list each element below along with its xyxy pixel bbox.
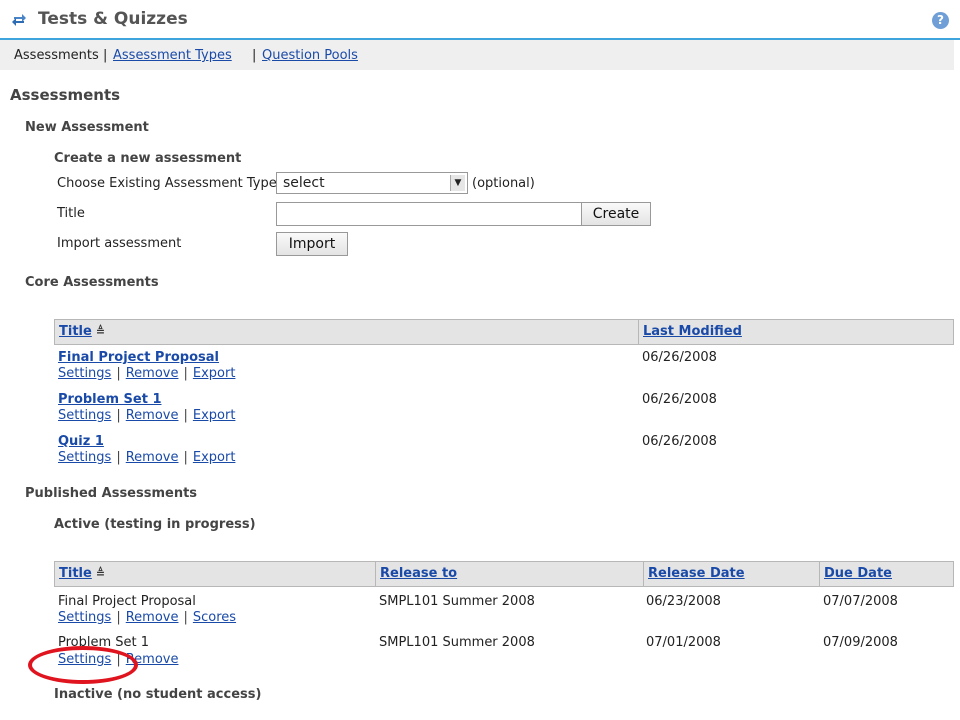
assessment-type-select[interactable]: select ▼ (276, 172, 468, 194)
help-circle-icon[interactable]: ? (932, 12, 949, 29)
tool-header: Tests & Quizzes ? (0, 0, 960, 40)
core-row-actions: Settings | Remove | Export (58, 366, 235, 381)
core-assessment-title-link[interactable]: Problem Set 1 (58, 392, 162, 407)
release-date-column: Release Date (643, 562, 819, 586)
separator: | (183, 366, 188, 381)
new-assessment-heading: New Assessment (25, 120, 149, 135)
core-row-actions: Settings | Remove | Export (58, 450, 235, 465)
published-title-column: Title ≜ (55, 562, 375, 586)
core-table-header: Title ≜ Last Modified (54, 319, 954, 345)
sort-ascending-icon[interactable]: ≜ (96, 325, 105, 338)
reload-arrows-icon[interactable] (11, 10, 27, 28)
core-title-column: Title ≜ (55, 320, 638, 344)
scores-link[interactable]: Scores (193, 610, 236, 625)
active-assessments-heading: Active (testing in progress) (54, 517, 256, 532)
optional-hint: (optional) (472, 176, 535, 191)
published-assessment-title: Final Project Proposal (58, 594, 196, 609)
core-last-modified: 06/26/2008 (642, 434, 717, 449)
release-date-sort-link[interactable]: Release Date (648, 566, 745, 581)
settings-link[interactable]: Settings (58, 450, 111, 465)
release-date-value: 07/01/2008 (646, 635, 721, 650)
separator: | (183, 408, 188, 423)
core-row-actions: Settings | Remove | Export (58, 408, 235, 423)
settings-link[interactable]: Settings (58, 610, 111, 625)
core-last-modified: 06/26/2008 (642, 392, 717, 407)
tool-nav: Assessments | Assessment Types | Questio… (0, 40, 954, 70)
release-to-value: SMPL101 Summer 2008 (379, 635, 535, 650)
export-link[interactable]: Export (193, 450, 236, 465)
due-date-column: Due Date (819, 562, 953, 586)
release-to-sort-link[interactable]: Release to (380, 566, 457, 581)
core-assessment-title-link[interactable]: Final Project Proposal (58, 350, 219, 365)
import-button[interactable]: Import (276, 232, 348, 256)
published-row-actions: Settings | Remove | Scores (58, 610, 236, 625)
separator: | (116, 610, 121, 625)
export-link[interactable]: Export (193, 366, 236, 381)
title-label: Title (57, 206, 85, 221)
release-date-value: 06/23/2008 (646, 594, 721, 609)
published-title-sort-link[interactable]: Title (59, 566, 92, 581)
core-assessment-title-link[interactable]: Quiz 1 (58, 434, 104, 449)
inactive-assessments-heading: Inactive (no student access) (54, 687, 262, 702)
sort-ascending-icon[interactable]: ≜ (96, 567, 105, 580)
published-assessments-heading: Published Assessments (25, 486, 198, 501)
published-table-header: Title ≜ Release to Release Date Due Date (54, 561, 954, 587)
highlight-ellipse (28, 646, 138, 684)
due-date-value: 07/09/2008 (823, 635, 898, 650)
core-title-sort-link[interactable]: Title (59, 324, 92, 339)
settings-link[interactable]: Settings (58, 408, 111, 423)
separator: | (116, 450, 121, 465)
core-last-modified: 06/26/2008 (642, 350, 717, 365)
release-to-value: SMPL101 Summer 2008 (379, 594, 535, 609)
nav-assessment-types-link[interactable]: Assessment Types (113, 48, 232, 63)
separator: | (116, 366, 121, 381)
core-assessments-heading: Core Assessments (25, 275, 159, 290)
due-date-value: 07/07/2008 (823, 594, 898, 609)
separator: | (116, 408, 121, 423)
separator: | (183, 450, 188, 465)
tool-title: Tests & Quizzes (38, 9, 188, 29)
nav-separator: | (252, 48, 257, 63)
settings-link[interactable]: Settings (58, 366, 111, 381)
title-input[interactable] (276, 202, 582, 226)
due-date-sort-link[interactable]: Due Date (824, 566, 892, 581)
page-title: Assessments (10, 86, 121, 104)
export-link[interactable]: Export (193, 408, 236, 423)
assessment-type-label: Choose Existing Assessment Type (57, 176, 277, 191)
remove-link[interactable]: Remove (126, 450, 179, 465)
nav-question-pools-link[interactable]: Question Pools (262, 48, 358, 63)
remove-link[interactable]: Remove (126, 610, 179, 625)
separator: | (183, 610, 188, 625)
release-to-column: Release to (375, 562, 643, 586)
assessment-type-value: select (283, 175, 325, 191)
create-assessment-subheading: Create a new assessment (54, 151, 242, 166)
nav-separator: | (103, 48, 108, 63)
create-button[interactable]: Create (581, 202, 651, 226)
remove-link[interactable]: Remove (126, 366, 179, 381)
core-last-modified-sort-link[interactable]: Last Modified (643, 324, 742, 339)
core-last-modified-column: Last Modified (638, 320, 953, 344)
chevron-down-icon[interactable]: ▼ (450, 175, 465, 191)
import-label: Import assessment (57, 236, 182, 251)
nav-assessments-current: Assessments (14, 48, 99, 63)
remove-link[interactable]: Remove (126, 408, 179, 423)
